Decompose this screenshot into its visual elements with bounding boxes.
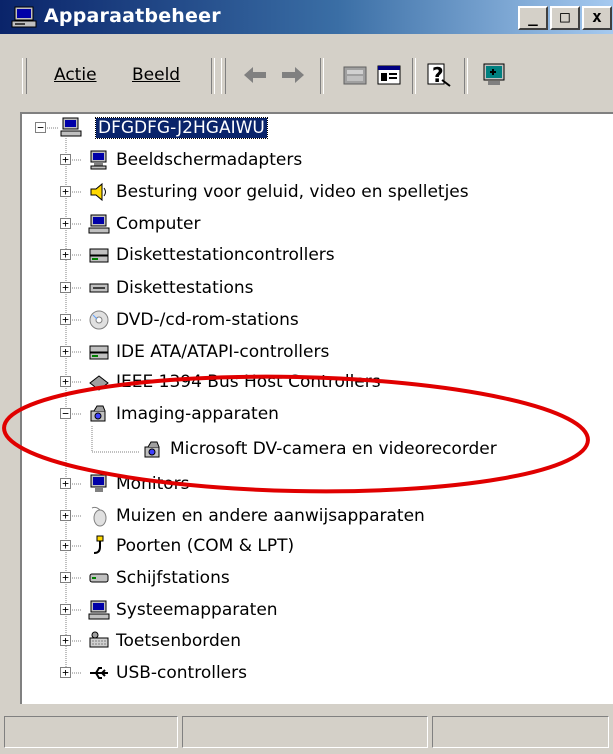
controller-icon bbox=[89, 345, 109, 360]
expand-button[interactable]: + bbox=[60, 218, 71, 229]
expand-button[interactable]: + bbox=[60, 154, 71, 165]
toolbar-separator bbox=[211, 58, 215, 94]
toolbar-separator-2 bbox=[320, 58, 324, 94]
tree-item[interactable]: IEEE 1394 Bus Host Controllers bbox=[116, 369, 381, 395]
help-icon[interactable]: ? bbox=[424, 60, 454, 90]
window-title: Apparaatbeheer bbox=[44, 5, 221, 27]
up-folder-icon[interactable] bbox=[340, 60, 370, 90]
camera-icon bbox=[144, 441, 160, 458]
minimize-button[interactable]: _ bbox=[518, 6, 548, 30]
mouse-icon bbox=[91, 506, 107, 527]
back-arrow-icon[interactable] bbox=[240, 60, 270, 90]
tree-item-expanded[interactable]: Imaging-apparaten bbox=[116, 401, 279, 427]
toolbar-separator-3 bbox=[412, 58, 416, 94]
display-adapter-icon bbox=[90, 150, 107, 170]
floppy-drive-icon bbox=[89, 283, 109, 293]
disk-drive-icon bbox=[89, 573, 109, 583]
device-manager-window: Apparaatbeheer _ □ x Actie Beeld ? − DFG… bbox=[0, 0, 613, 754]
maximize-button[interactable]: □ bbox=[550, 6, 580, 30]
tree-item[interactable]: Beeldschermadapters bbox=[116, 147, 302, 173]
cd-icon bbox=[89, 310, 109, 330]
expand-button[interactable]: + bbox=[60, 478, 71, 489]
tree-root-label: DFGDFG-J2HGAIWU bbox=[95, 117, 268, 139]
tree-item[interactable]: IDE ATA/ATAPI-controllers bbox=[116, 339, 329, 365]
tree-root[interactable]: DFGDFG-J2HGAIWU bbox=[95, 115, 268, 141]
toolbar-grip[interactable] bbox=[22, 58, 27, 94]
menu-actie[interactable]: Actie bbox=[54, 65, 97, 85]
expand-button[interactable]: + bbox=[60, 510, 71, 521]
close-button[interactable]: x bbox=[582, 6, 612, 30]
toolbar: Actie Beeld ? bbox=[0, 34, 613, 112]
expand-button[interactable]: + bbox=[60, 249, 71, 260]
tree-item[interactable]: Systeemapparaten bbox=[116, 597, 278, 623]
keyboard-icon bbox=[89, 631, 109, 648]
menu-beeld-label: Beeld bbox=[132, 65, 181, 85]
tree-item[interactable]: USB-controllers bbox=[116, 660, 247, 686]
firewire-icon bbox=[89, 375, 109, 391]
camera-icon bbox=[90, 405, 106, 422]
tree-item[interactable]: Toetsenborden bbox=[116, 628, 241, 654]
forward-arrow-icon[interactable] bbox=[278, 60, 308, 90]
expand-button[interactable]: + bbox=[60, 346, 71, 357]
root-collapse-button[interactable]: − bbox=[35, 122, 46, 133]
status-panel-3 bbox=[432, 716, 609, 748]
monitor-icon bbox=[90, 474, 107, 492]
tree-item[interactable]: Schijfstations bbox=[116, 565, 230, 591]
status-panel-2 bbox=[182, 716, 428, 748]
expand-button[interactable]: + bbox=[60, 540, 71, 551]
collapse-button[interactable]: − bbox=[60, 408, 71, 419]
properties-icon[interactable] bbox=[374, 60, 404, 90]
tree-item[interactable]: Diskettestationcontrollers bbox=[116, 242, 335, 268]
svg-text:?: ? bbox=[432, 63, 444, 87]
system-device-icon bbox=[88, 600, 110, 620]
tree-item[interactable]: Computer bbox=[116, 211, 201, 237]
toolbar-grip-2[interactable] bbox=[221, 58, 226, 94]
expand-button[interactable]: + bbox=[60, 572, 71, 583]
tree-item-child[interactable]: Microsoft DV-camera en videorecorder bbox=[170, 436, 497, 462]
title-bar[interactable]: Apparaatbeheer _ □ x bbox=[0, 0, 613, 34]
computer-icon bbox=[88, 214, 110, 234]
computer-icon bbox=[60, 117, 82, 137]
device-manager-icon bbox=[11, 6, 37, 28]
expand-button[interactable]: + bbox=[60, 667, 71, 678]
status-bar bbox=[0, 712, 613, 754]
expand-button[interactable]: + bbox=[60, 282, 71, 293]
menu-actie-label: Actie bbox=[54, 65, 97, 85]
tree-item[interactable]: DVD-/cd-rom-stations bbox=[116, 307, 299, 333]
toolbar-separator-4 bbox=[464, 58, 468, 94]
speaker-icon bbox=[90, 182, 106, 202]
controller-icon bbox=[89, 248, 109, 263]
tree-item[interactable]: Besturing voor geluid, video en spelletj… bbox=[116, 179, 469, 205]
tree-item[interactable]: Muizen en andere aanwijsapparaten bbox=[116, 503, 425, 529]
expand-button[interactable]: + bbox=[60, 314, 71, 325]
device-tree-pane[interactable]: − DFGDFG-J2HGAIWU + Beeldschermadapters … bbox=[20, 112, 613, 704]
menu-beeld[interactable]: Beeld bbox=[132, 65, 180, 85]
tree-item[interactable]: Poorten (COM & LPT) bbox=[116, 533, 294, 559]
tree-item[interactable]: Monitors bbox=[116, 471, 189, 497]
port-icon bbox=[93, 535, 104, 554]
expand-button[interactable]: + bbox=[60, 635, 71, 646]
expand-button[interactable]: + bbox=[60, 604, 71, 615]
tree-item[interactable]: Diskettestations bbox=[116, 275, 254, 301]
expand-button[interactable]: + bbox=[60, 376, 71, 387]
status-panel-1 bbox=[4, 716, 178, 748]
scan-hardware-icon[interactable] bbox=[480, 60, 510, 90]
expand-button[interactable]: + bbox=[60, 186, 71, 197]
usb-icon bbox=[90, 667, 108, 679]
